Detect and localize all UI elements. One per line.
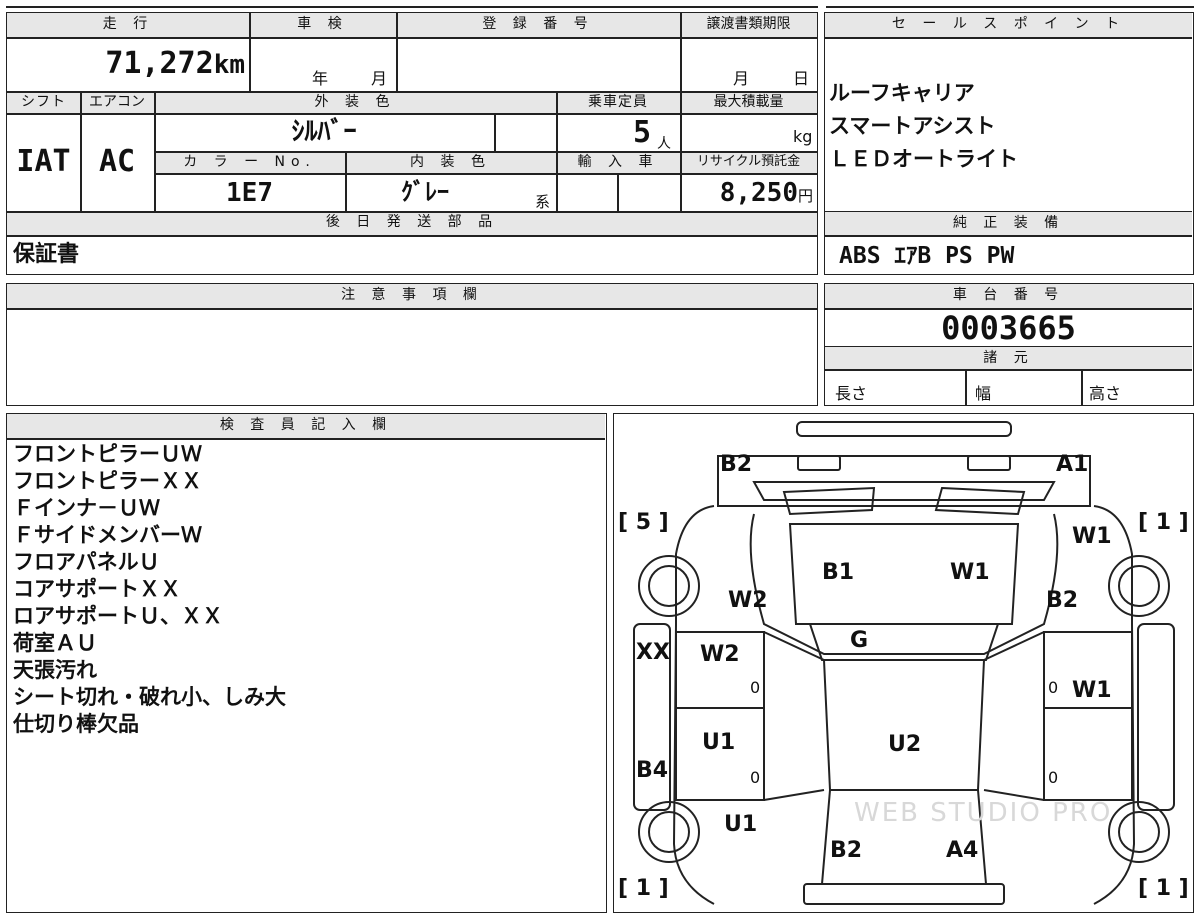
fender-right-label: B2 (1046, 588, 1079, 613)
recycle-value: 8,250 (719, 178, 798, 208)
inspector-line: シート切れ・破れ小、しみ大 (13, 685, 286, 709)
hood-right-label: W1 (950, 560, 990, 585)
roof-label: U2 (888, 732, 922, 757)
fender-right-top-label: W1 (1072, 524, 1112, 549)
inspector-line: コアサポートＸＸ (13, 577, 181, 601)
transfer-day-unit: 日 (793, 69, 810, 88)
vehicle-info-table: 走 行 車 検 登 録 番 号 譲渡書類期限 71,272km 年 月 月 日 … (6, 12, 818, 275)
aircon-header: エアコン (80, 91, 154, 113)
front-left-label: B2 (720, 452, 753, 477)
notes-box: 注 意 事 項 欄 (6, 283, 818, 406)
zero-mark: 0 (1048, 768, 1059, 787)
capacity-value: 5 (632, 115, 651, 150)
inspection-header: 車 検 (249, 13, 396, 37)
mileage-header: 走 行 (7, 13, 249, 37)
sales-point-item: ＬＥＤオートライト (829, 147, 1018, 171)
recycle-unit: 円 (797, 187, 813, 205)
recycle-value-wrap: 8,250円 (680, 173, 817, 211)
mileage-value: 71,272km (7, 37, 249, 91)
front-right-label: A1 (1056, 452, 1089, 477)
mileage-unit: km (213, 50, 245, 80)
zero-mark: 0 (750, 768, 761, 787)
registration-header: 登 録 番 号 (396, 13, 680, 37)
import-header: 輸 入 車 (556, 151, 680, 173)
aircon-value: AC (98, 144, 136, 179)
inspector-line: 荷室ＡＵ (13, 631, 97, 655)
inspector-box: 検 査 員 記 入 欄 フロントピラーＵＷ フロントピラーＸＸ Ｆインナ－ＵＷ … (6, 413, 607, 913)
transfer-month-unit: 月 (733, 69, 750, 88)
transfer-deadline-header: 譲渡書類期限 (680, 13, 817, 37)
sales-point-item: ルーフキャリア (829, 81, 975, 105)
tire-front-right-label: [ 1 ] (1138, 510, 1189, 535)
car-diagram-box: B2 A1 [ 5 ] [ 1 ] W1 B1 W1 W2 B2 G XX W2… (613, 413, 1194, 913)
front-door-left-label: W2 (700, 642, 740, 667)
left-rear-side-label: B4 (636, 758, 669, 783)
exterior-color-value: ｼﾙﾊﾞｰ (291, 117, 357, 147)
rear-door-left-label: U1 (702, 730, 736, 755)
chassis-number: 0003665 (941, 309, 1076, 347)
tire-front-left-label: [ 5 ] (618, 510, 669, 535)
top-strip (6, 0, 1194, 8)
tire-rear-left-label: [ 1 ] (618, 876, 669, 901)
color-number-header: カ ラ ー No. (154, 151, 345, 173)
inspector-line: ＦサイドメンバーＷ (13, 523, 202, 547)
rear-right-label: A4 (946, 838, 979, 863)
shift-value: IAT (16, 144, 71, 179)
capacity-unit: 人 (657, 136, 671, 152)
color-number-value: 1E7 (226, 178, 273, 208)
inspector-line: ロアサポートＵ、ＸＸ (13, 604, 223, 628)
later-parts-header: 後 日 発 送 部 品 (7, 211, 817, 235)
genuine-equipment-header: 純 正 装 備 (825, 212, 1192, 235)
genuine-equipment-value: ABS ｴｱB PS PW (839, 243, 1015, 269)
tire-rear-right-label: [ 1 ] (1138, 876, 1189, 901)
chassis-header: 車 台 番 号 (825, 284, 1192, 308)
front-door-right-label: W1 (1072, 678, 1112, 703)
inspector-line: Ｆインナ－ＵＷ (13, 496, 160, 520)
chassis-box: 車 台 番 号 0003665 諸 元 長さ 幅 高さ (824, 283, 1194, 406)
inspector-line: フロアパネルＵ (13, 550, 160, 574)
max-load-unit: kg (793, 127, 813, 146)
height-label: 高さ (1089, 384, 1122, 403)
zero-mark: 0 (750, 678, 761, 697)
dimensions-header: 諸 元 (825, 347, 1192, 369)
sales-point-item: スマートアシスト (829, 114, 996, 138)
windshield-label: G (850, 628, 869, 653)
width-label: 幅 (975, 384, 992, 403)
sales-points-box: セ ー ル ス ポ イ ン ト ルーフキャリア スマートアシスト ＬＥＤオートラ… (824, 12, 1194, 275)
interior-color-value: ｸﾞﾚｰ (401, 178, 449, 206)
watermark: WEB STUDIO PRO (854, 798, 1113, 828)
hood-left-label: B1 (822, 560, 855, 585)
interior-color-suffix: 系 (535, 193, 551, 211)
max-load-header: 最大積載量 (680, 91, 817, 113)
recycle-header: リサイクル預託金 (680, 151, 817, 173)
shift-header: シフト (7, 91, 80, 113)
zero-mark: 0 (1048, 678, 1059, 697)
interior-color-header: 内 装 色 (345, 151, 556, 173)
later-parts-value: 保証書 (13, 242, 80, 267)
exterior-color-header: 外 装 色 (154, 91, 556, 113)
inspector-header: 検 査 員 記 入 欄 (7, 414, 605, 438)
mileage-number: 71,272 (105, 46, 214, 81)
inspector-lines: フロントピラーＵＷ フロントピラーＸＸ Ｆインナ－ＵＷ ＦサイドメンバーＷ フロ… (13, 441, 603, 738)
left-sill-label: XX (636, 640, 670, 665)
sales-points-header: セ ー ル ス ポ イ ン ト (825, 13, 1192, 37)
inspector-line: フロントピラーＸＸ (13, 469, 202, 493)
fender-left-label: W2 (728, 588, 768, 613)
notes-header: 注 意 事 項 欄 (7, 284, 817, 308)
inspector-line: 仕切り棒欠品 (13, 712, 139, 736)
length-label: 長さ (835, 384, 868, 403)
rear-quarter-left-label: U1 (724, 812, 758, 837)
inspector-line: 天張汚れ (13, 658, 97, 682)
rear-left-label: B2 (830, 838, 863, 863)
inspector-line: フロントピラーＵＷ (13, 442, 202, 466)
inspection-month-unit: 月 (371, 69, 388, 88)
sales-points-list: ルーフキャリア スマートアシスト ＬＥＤオートライト (829, 77, 1189, 176)
inspection-year-unit: 年 (312, 69, 329, 88)
capacity-header: 乗車定員 (556, 91, 680, 113)
